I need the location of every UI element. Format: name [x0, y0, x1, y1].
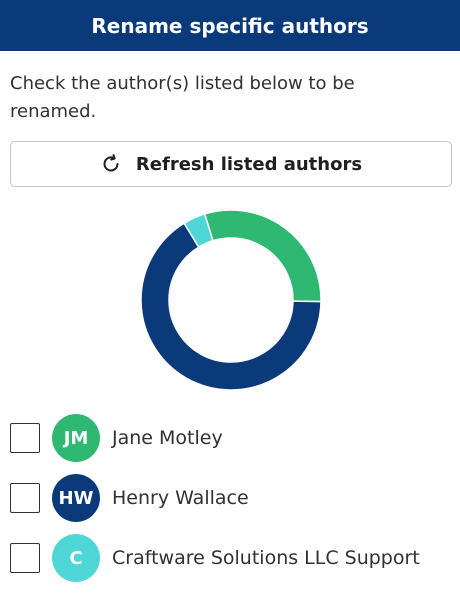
donut-chart-svg [140, 209, 322, 391]
avatar: C [52, 534, 100, 582]
author-checkbox-2[interactable] [10, 543, 40, 573]
author-checkbox-1[interactable] [10, 483, 40, 513]
refresh-authors-button[interactable]: Refresh listed authors [10, 141, 452, 187]
avatar-initials: HW [58, 487, 94, 509]
author-donut-chart [0, 190, 460, 400]
avatar: HW [52, 474, 100, 522]
author-row-1[interactable]: HW Henry Wallace [10, 473, 450, 523]
instructions-text: Check the author(s) listed below to be r… [10, 73, 355, 122]
author-row-0[interactable]: JM Jane Motley [10, 413, 450, 463]
header-bar: Rename specific authors [0, 0, 460, 51]
avatar-initials: C [69, 547, 83, 569]
author-name: Craftware Solutions LLC Support [112, 547, 420, 569]
refresh-button-label: Refresh listed authors [135, 153, 363, 175]
author-name: Jane Motley [112, 427, 223, 449]
author-name: Henry Wallace [112, 487, 249, 509]
donut-slice-0 [203, 209, 322, 303]
page-title: Rename specific authors [91, 13, 369, 38]
avatar-initials: JM [63, 427, 89, 449]
author-checkbox-0[interactable] [10, 423, 40, 453]
author-row-2[interactable]: C Craftware Solutions LLC Support [10, 533, 450, 583]
avatar: JM [52, 414, 100, 462]
refresh-icon [100, 153, 122, 175]
